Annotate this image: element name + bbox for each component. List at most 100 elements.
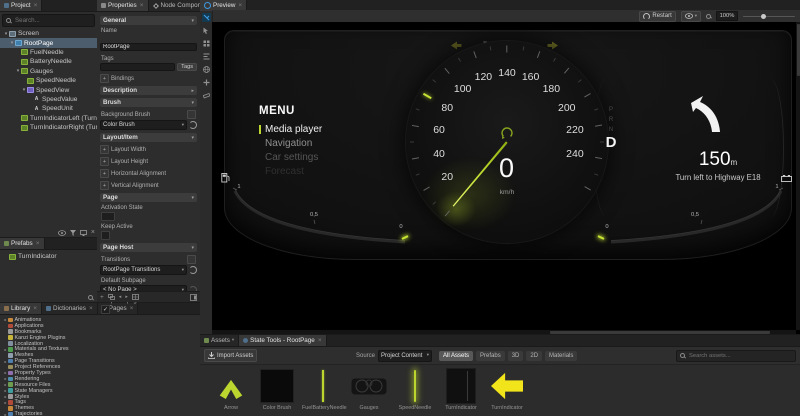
- tab-properties[interactable]: Properties ×: [97, 0, 149, 11]
- tree-item-batteryneedle[interactable]: BatteryNeedle: [0, 57, 97, 66]
- tags-field[interactable]: [100, 63, 175, 71]
- transitions-select[interactable]: RootPage Transitions ▾: [100, 265, 187, 275]
- section-page[interactable]: Page▾: [100, 193, 197, 202]
- filter-prefabs[interactable]: Prefabs: [476, 351, 505, 361]
- section-layout[interactable]: Layout/Item▾: [100, 133, 197, 142]
- close-icon[interactable]: ×: [36, 240, 40, 247]
- scrollbar-thumb[interactable]: [797, 24, 800, 76]
- filter-2d[interactable]: 2D: [526, 351, 542, 361]
- name-field[interactable]: [100, 43, 197, 51]
- filter-icon[interactable]: [70, 230, 76, 236]
- property-row-layout-height[interactable]: +Layout Height: [100, 157, 197, 166]
- reset-icon[interactable]: [189, 121, 197, 129]
- close-icon[interactable]: ×: [140, 2, 144, 9]
- layers-icon[interactable]: [108, 294, 115, 300]
- arrow-right-icon[interactable]: ▸: [125, 294, 128, 300]
- keep-active-checkbox[interactable]: [101, 231, 110, 240]
- add-property-icon[interactable]: +: [100, 169, 109, 178]
- search-icon[interactable]: [88, 295, 93, 300]
- asset-search-input[interactable]: [687, 352, 792, 360]
- background-brush-select[interactable]: Color Brush ▾: [100, 120, 187, 130]
- tree-item-speedunit[interactable]: ASpeedUnit: [0, 104, 97, 113]
- close-icon[interactable]: ×: [318, 337, 322, 344]
- preview-canvas[interactable]: MENU Media playerNavigationCar settingsF…: [212, 22, 800, 334]
- grid-icon[interactable]: [132, 294, 139, 300]
- tree-item-turnindicatorright-turnindicator[interactable]: TurnIndicatorRight (TurnIndicator): [0, 123, 97, 132]
- tree-item-speedvalue[interactable]: ASpeedValue: [0, 95, 97, 104]
- filter-materials[interactable]: Materials: [545, 351, 577, 361]
- transitions-options-icon[interactable]: [187, 255, 196, 264]
- restart-button[interactable]: Restart: [639, 11, 675, 22]
- align-icon[interactable]: [202, 52, 211, 61]
- select-cursor-icon[interactable]: [202, 26, 211, 35]
- grid-icon[interactable]: [202, 39, 211, 48]
- asset-arrow-0[interactable]: Arrow: [210, 368, 252, 411]
- tool-icon[interactable]: [202, 13, 211, 22]
- zoom-slider[interactable]: [743, 12, 795, 20]
- property-row-horizontal-alignment[interactable]: +Horizontal Alignment: [100, 169, 197, 178]
- tab-prefabs[interactable]: Prefabs ×: [0, 238, 45, 249]
- activation-state-field[interactable]: [101, 212, 115, 221]
- add-property-icon[interactable]: +: [100, 181, 109, 190]
- tab-dictionaries[interactable]: Dictionaries ×: [42, 303, 98, 314]
- tab-project[interactable]: Project ×: [0, 0, 42, 11]
- zoom-level[interactable]: 100%: [716, 11, 738, 21]
- tree-item-gauges[interactable]: ▾Gauges: [0, 67, 97, 76]
- tab-assets[interactable]: Assets ▾: [200, 335, 239, 346]
- arrow-left-icon[interactable]: ◂: [119, 294, 122, 300]
- tree-item-speedview[interactable]: ▾SpeedView: [0, 85, 97, 94]
- project-search[interactable]: [2, 14, 95, 27]
- property-row-layout-width[interactable]: +Layout Width: [100, 145, 197, 154]
- tab-state-tools[interactable]: State Tools - RootPage ×: [239, 335, 326, 346]
- add-property-icon[interactable]: +: [100, 145, 109, 154]
- zoom-slider-thumb[interactable]: [761, 14, 766, 19]
- prefab-item-turnindicator[interactable]: TurnIndicator: [0, 252, 97, 261]
- section-brush[interactable]: Brush▾: [100, 98, 197, 107]
- kanzi-engine-plugins-icon: [8, 335, 13, 340]
- asset-color-brush-1[interactable]: Color Brush: [256, 368, 298, 411]
- asset-fuelbatteryneedle-2[interactable]: FuelBatteryNeedle: [302, 368, 344, 411]
- eye-icon[interactable]: [58, 230, 66, 236]
- brush-options-icon[interactable]: [187, 110, 196, 119]
- reset-icon[interactable]: [189, 266, 197, 274]
- filter-3d[interactable]: 3D: [508, 351, 524, 361]
- tree-item-fuelneedle[interactable]: FuelNeedle: [0, 48, 97, 57]
- project-search-input[interactable]: [13, 16, 91, 25]
- loop-subpages-checkbox[interactable]: ✓: [101, 305, 110, 314]
- tree-item-screen[interactable]: ▾Screen: [0, 29, 97, 38]
- vertical-scrollbar[interactable]: [796, 22, 800, 330]
- section-description[interactable]: Description▸: [100, 86, 197, 95]
- add-icon[interactable]: [202, 78, 211, 87]
- monitor-icon[interactable]: [80, 230, 87, 236]
- tree-item-turnindicatorleft-turnindicator[interactable]: TurnIndicatorLeft (TurnIndicator): [0, 114, 97, 123]
- tags-button[interactable]: Tags: [177, 63, 197, 71]
- measure-icon[interactable]: [202, 91, 211, 100]
- panel-icon[interactable]: [190, 294, 197, 301]
- close-icon[interactable]: ×: [34, 2, 38, 9]
- filter-all-assets[interactable]: All Assets: [439, 351, 473, 361]
- import-assets-button[interactable]: Import Assets: [204, 349, 257, 362]
- asset-search[interactable]: [676, 350, 796, 362]
- close-icon[interactable]: ×: [91, 229, 95, 236]
- asset-speedneedle-4[interactable]: SpeedNeedle: [394, 368, 436, 411]
- visibility-button[interactable]: ▾: [681, 11, 701, 22]
- tab-library[interactable]: Library ×: [0, 303, 42, 314]
- add-icon[interactable]: +: [100, 294, 104, 301]
- tree-item-rootpage[interactable]: ▾RootPage: [0, 38, 97, 47]
- add-binding-icon[interactable]: +: [100, 74, 109, 83]
- source-select[interactable]: Project Content ▾: [378, 350, 432, 362]
- asset-turnindicator-6[interactable]: TurnIndicator: [486, 368, 528, 411]
- section-page-host[interactable]: Page Host▾: [100, 243, 197, 252]
- globe-icon[interactable]: [202, 65, 211, 74]
- asset-turnindicator-5[interactable]: TurnIndicator: [440, 368, 482, 411]
- selection-bar: [259, 125, 261, 134]
- tree-item-speedneedle[interactable]: SpeedNeedle: [0, 76, 97, 85]
- add-property-icon[interactable]: +: [100, 157, 109, 166]
- property-row-vertical-alignment[interactable]: +Vertical Alignment: [100, 181, 197, 190]
- close-icon[interactable]: ×: [89, 305, 93, 312]
- close-icon[interactable]: ×: [33, 305, 37, 312]
- close-icon[interactable]: ×: [238, 2, 242, 9]
- library-item-trajectories[interactable]: ▸Trajectories: [0, 411, 200, 416]
- section-general[interactable]: General▾: [100, 16, 197, 25]
- asset-gauges-3[interactable]: Gauges: [348, 368, 390, 411]
